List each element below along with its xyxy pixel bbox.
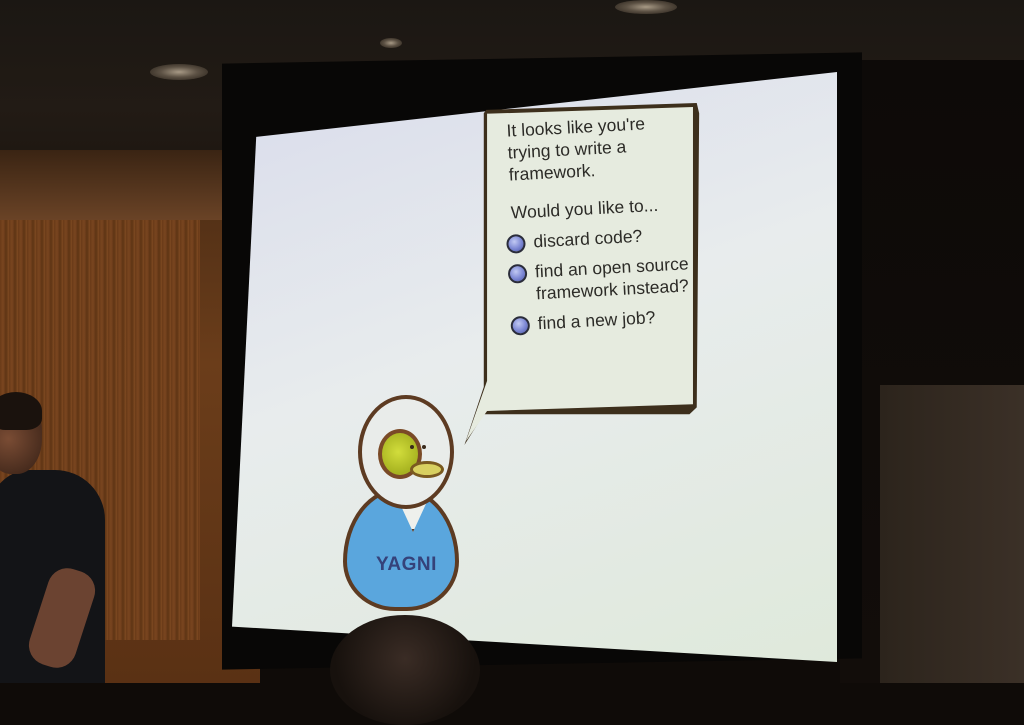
bubble-question: Would you like to... — [510, 194, 659, 223]
option-discard: discard code? — [506, 221, 707, 254]
eye-dot — [410, 445, 414, 449]
option-label: find a new job? — [537, 307, 656, 334]
option-label: find an open source framework instead? — [534, 253, 690, 304]
ceiling-light — [615, 0, 677, 14]
radio-icon — [507, 263, 528, 284]
soffit — [0, 150, 250, 220]
character-head — [358, 395, 454, 509]
whiteboard — [880, 385, 1024, 683]
character-label: YAGNI — [376, 554, 437, 575]
bubble-intro: It looks like you're trying to write a f… — [506, 113, 646, 185]
ceiling-light — [150, 64, 208, 80]
ceiling-light — [380, 38, 402, 48]
speech-bubble-text: It looks like you're trying to write a f… — [500, 110, 715, 410]
option-label: discard code? — [532, 225, 643, 252]
yagni-character: YAGNI — [340, 393, 460, 613]
presenter-hair — [0, 392, 42, 430]
audience-head — [330, 615, 480, 725]
radio-icon — [506, 233, 526, 254]
character-mouth — [410, 461, 444, 478]
option-open-source: find an open source framework instead? — [507, 251, 709, 305]
option-new-job: find a new job? — [510, 303, 711, 336]
radio-icon — [510, 315, 531, 336]
eye-dot — [422, 445, 426, 449]
